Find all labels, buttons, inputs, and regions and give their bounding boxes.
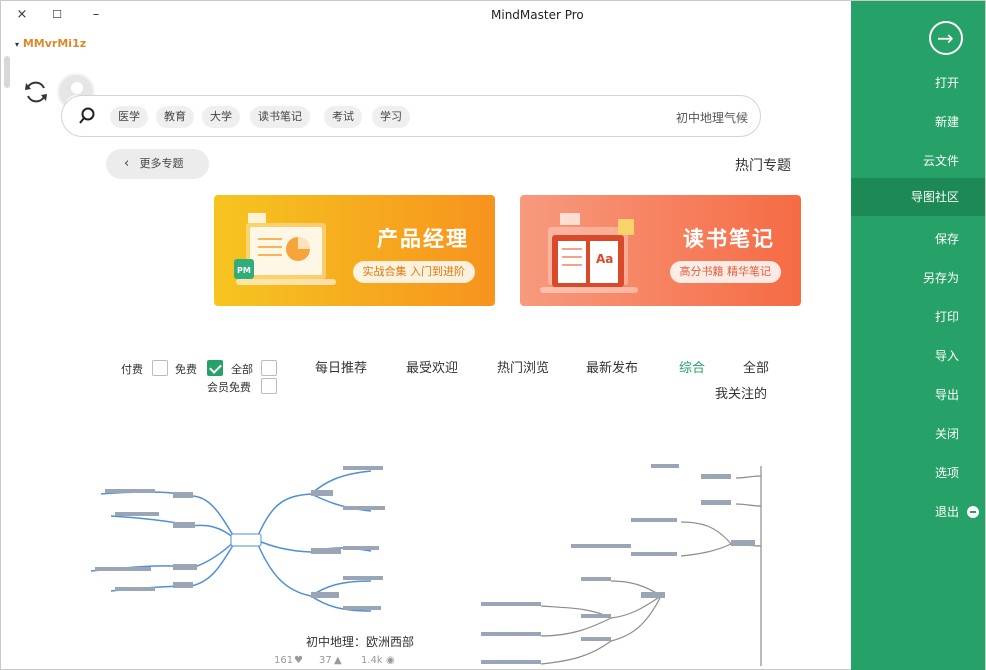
chevron-left-icon: ‹: [124, 156, 130, 171]
minimize-button[interactable]: –: [85, 5, 107, 25]
filter-all-label: 全部: [231, 363, 253, 376]
sidebar-item-cloud-files[interactable]: 云文件: [923, 152, 959, 176]
banner-product-manager[interactable]: PM 产品经理 实战合集 入门到进阶: [214, 195, 495, 306]
search-tag[interactable]: 教育: [156, 106, 194, 128]
sidebar-item-save[interactable]: 保存: [935, 230, 959, 254]
section-title: 热门专题: [735, 158, 791, 174]
banner-subtitle: 实战合集 入门到进阶: [352, 261, 475, 283]
filter-paid-label: 付费: [121, 363, 143, 376]
sidebar-item-options[interactable]: 选项: [935, 464, 959, 488]
maximize-button[interactable]: ☐: [46, 5, 68, 25]
filter-free-label: 免费: [175, 363, 197, 376]
tab-following[interactable]: 我关注的: [715, 383, 767, 402]
banner-reading-notes[interactable]: Aa 读书笔记 高分书籍 精华笔记: [520, 195, 801, 306]
account-menu[interactable]: ▾ MMvrMi1z: [15, 37, 86, 50]
sidebar-item-import[interactable]: 导入: [935, 347, 959, 371]
mindmap-thumbnail: [90, 466, 385, 612]
tab-daily-pick[interactable]: 每日推荐: [315, 357, 367, 376]
banner-subtitle: 高分书籍 精华笔记: [669, 261, 781, 283]
search-tag[interactable]: 读书笔记: [250, 106, 310, 128]
favorites-count: 161: [274, 655, 294, 666]
sidebar-item-close[interactable]: 关闭: [935, 425, 959, 449]
sidebar-item-export[interactable]: 导出: [935, 386, 959, 410]
sidebar: → 打开 新建 云文件 导图社区 保存 另存为 打印 导入 导出 关闭 选项 退…: [851, 1, 985, 670]
avatar-head-icon: [71, 82, 83, 94]
tab-all[interactable]: 全部: [743, 357, 769, 376]
like-icon: ▲: [334, 655, 342, 666]
sidebar-item-label: 退出: [934, 505, 959, 519]
filter-member-free-label: 会员免费: [207, 381, 251, 394]
search-bar[interactable]: 医学 教育 大学 读书笔记 考试 学习 初中地理气候: [61, 95, 761, 137]
search-tag[interactable]: 学习: [372, 106, 410, 128]
minus-circle-icon: [967, 506, 979, 518]
back-button[interactable]: →: [929, 21, 963, 55]
views-icon: ◉: [386, 655, 395, 666]
sidebar-item-exit[interactable]: 退出: [934, 503, 979, 527]
tab-hot-browse[interactable]: 热门浏览: [497, 357, 549, 376]
filter-free-checkbox[interactable]: [207, 360, 223, 376]
close-button[interactable]: ×: [11, 5, 33, 25]
book-illustration-icon: Aa: [540, 213, 638, 293]
search-tag[interactable]: 大学: [202, 106, 240, 128]
banner-title: 读书笔记: [683, 227, 775, 251]
search-input[interactable]: 初中地理气候: [676, 109, 748, 126]
search-tag[interactable]: 医学: [110, 106, 148, 128]
search-icon[interactable]: [78, 107, 96, 125]
scrollbar-thumb[interactable]: [4, 56, 10, 88]
tab-most-popular[interactable]: 最受欢迎: [406, 357, 458, 376]
filter-paid-checkbox[interactable]: [152, 360, 168, 376]
sidebar-item-print[interactable]: 打印: [935, 308, 959, 332]
sidebar-item-new[interactable]: 新建: [935, 113, 959, 137]
svg-text:Aa: Aa: [596, 252, 613, 266]
arrow-right-icon: →: [937, 26, 954, 50]
title-bar: × ☐ – MindMaster Pro: [1, 1, 852, 31]
filter-all-checkbox[interactable]: [261, 360, 277, 376]
window-title: MindMaster Pro: [491, 8, 584, 22]
sidebar-item-community[interactable]: 导图社区: [851, 178, 985, 216]
template-card[interactable]: [461, 456, 781, 670]
laptop-illustration-icon: PM: [234, 213, 336, 285]
account-name: MMvrMi1z: [22, 37, 87, 50]
more-topics-label: 更多专题: [139, 157, 184, 170]
heart-icon: ♥: [294, 655, 303, 666]
filter-member-free-checkbox[interactable]: [261, 378, 277, 394]
views-count: 1.4k: [361, 655, 383, 666]
app-window: × ☐ – MindMaster Pro ▾ MMvrMi1z 医学 教育 大学…: [0, 0, 986, 670]
refresh-icon[interactable]: [23, 79, 49, 105]
dropdown-icon: ▾: [15, 40, 20, 49]
tab-general[interactable]: 综合: [679, 357, 705, 376]
svg-text:PM: PM: [237, 266, 251, 275]
sidebar-item-save-as[interactable]: 另存为: [923, 269, 959, 293]
likes-count: 37: [319, 655, 332, 666]
banner-title: 产品经理: [377, 227, 469, 251]
more-topics-button[interactable]: ‹ 更多专题: [106, 149, 209, 179]
card-title: 初中地理：欧洲西部: [306, 635, 415, 649]
search-tag[interactable]: 考试: [324, 106, 362, 128]
tab-latest[interactable]: 最新发布: [586, 357, 638, 376]
sidebar-item-open[interactable]: 打开: [935, 74, 959, 98]
mindmap-thumbnail: [481, 464, 762, 666]
